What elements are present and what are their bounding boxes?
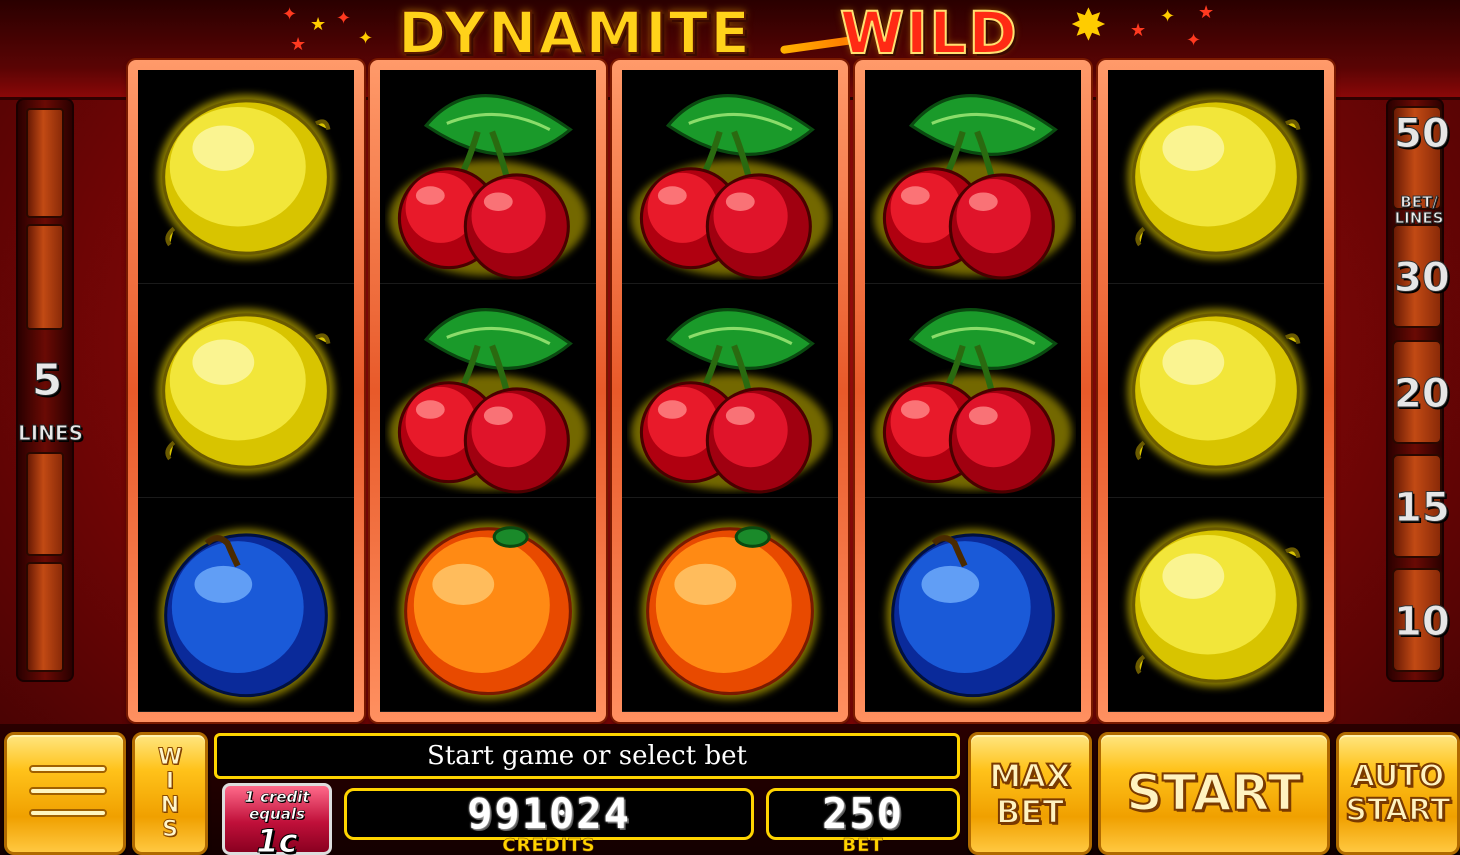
star-decoration-icon: ✦ xyxy=(1186,30,1202,51)
wins-letter: N xyxy=(160,792,180,818)
star-decoration-icon: ★ xyxy=(1198,2,1215,23)
star-decoration-icon: ✦ xyxy=(336,8,352,29)
wins-letter: I xyxy=(165,768,175,794)
star-decoration-icon: ✦ xyxy=(1160,6,1176,27)
plum-symbol-icon xyxy=(138,498,354,712)
max-bet-label-line2: BET xyxy=(995,793,1065,831)
cherry-symbol-icon xyxy=(622,70,838,284)
lines-value: 5 xyxy=(31,355,63,406)
plum-symbol-icon xyxy=(865,498,1081,712)
lemon-symbol-icon xyxy=(1108,284,1324,498)
bet-lines-option-50[interactable]: 50 BET/ LINES xyxy=(1392,106,1450,227)
bet-lines-option-30[interactable]: 30 xyxy=(1392,224,1450,328)
bet-lines-panel: 50 BET/ LINES 30 20 15 10 xyxy=(1386,98,1450,682)
bet-lines-option-15[interactable]: 15 xyxy=(1392,454,1450,558)
cherry-symbol-icon xyxy=(865,70,1081,284)
cherry-symbol-icon xyxy=(380,70,596,284)
wins-button[interactable]: W I N S xyxy=(132,732,208,855)
game-logo: ✦ ★ ✦ ✦ ★ DYNAMITE WILD ✸ ★ ✦ ✦ ★ xyxy=(280,0,1220,66)
orange-symbol-icon xyxy=(622,498,838,712)
credits-label: CREDITS xyxy=(502,835,596,855)
logo-word-dynamite: DYNAMITE xyxy=(397,0,752,67)
lines-bar-segment xyxy=(26,108,64,218)
orange-symbol-icon xyxy=(380,498,596,712)
lemon-symbol-icon xyxy=(1108,70,1324,284)
bet-lines-label: BET/ LINES xyxy=(1394,193,1444,227)
lines-label: LINES xyxy=(18,421,84,445)
lines-bar-segment xyxy=(26,224,64,330)
lemon-symbol-icon xyxy=(1108,498,1324,712)
max-bet-label-line1: MAX xyxy=(988,757,1071,795)
bet-lines-option-10[interactable]: 10 xyxy=(1392,568,1450,672)
logo-word-wild: WILD xyxy=(839,0,1019,67)
cherry-symbol-icon xyxy=(380,284,596,498)
explosion-icon: ✸ xyxy=(1070,0,1107,51)
lines-bar-segment xyxy=(26,452,64,556)
max-bet-button[interactable]: MAX BET xyxy=(968,732,1092,855)
auto-start-button[interactable]: AUTO START xyxy=(1336,732,1460,855)
bet-display: 250 xyxy=(766,788,960,840)
cherry-symbol-icon xyxy=(622,284,838,498)
reel-2 xyxy=(370,60,606,722)
cherry-symbol-icon xyxy=(865,284,1081,498)
star-decoration-icon: ✦ xyxy=(358,28,374,49)
bet-label: BET xyxy=(842,835,884,855)
lemon-symbol-icon xyxy=(138,70,354,284)
credits-display: 991024 xyxy=(344,788,754,840)
menu-button[interactable] xyxy=(4,732,126,855)
bet-lines-option-20[interactable]: 20 xyxy=(1392,340,1450,444)
auto-start-label-line2: START xyxy=(1344,793,1451,828)
denomination-value: 1c xyxy=(256,822,298,855)
wins-letter: W xyxy=(157,744,183,770)
reel-4 xyxy=(855,60,1091,722)
denomination-button[interactable]: 1 credit equals 1c xyxy=(222,783,332,855)
start-label: START xyxy=(1125,764,1302,822)
lines-bar-segment xyxy=(26,562,64,672)
star-decoration-icon: ✦ xyxy=(282,4,298,25)
status-message: Start game or select bet xyxy=(214,733,960,779)
wins-letter: S xyxy=(162,816,179,842)
star-decoration-icon: ★ xyxy=(310,14,327,35)
auto-start-label-line1: AUTO xyxy=(1351,759,1446,794)
reel-5 xyxy=(1098,60,1334,722)
star-decoration-icon: ★ xyxy=(290,34,307,55)
reel-3 xyxy=(612,60,848,722)
star-decoration-icon: ★ xyxy=(1130,20,1147,41)
lines-panel: 5 LINES xyxy=(16,98,84,682)
reel-1 xyxy=(128,60,364,722)
start-button[interactable]: START xyxy=(1098,732,1330,855)
lemon-symbol-icon xyxy=(138,284,354,498)
denomination-line: 1 credit equals xyxy=(244,788,310,823)
